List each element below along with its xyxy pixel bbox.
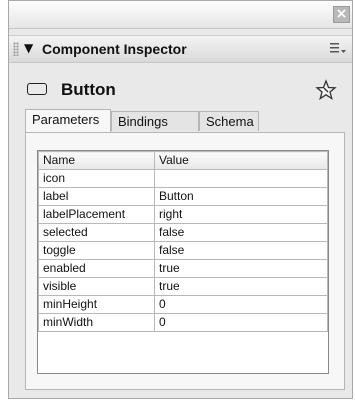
button-component-icon (27, 83, 47, 95)
table-row[interactable]: label Button (38, 187, 328, 206)
param-value-cell[interactable]: 0 (154, 313, 328, 332)
param-value-cell[interactable]: Button (154, 187, 328, 206)
param-name-cell: enabled (38, 259, 155, 278)
table-row[interactable]: visible true (38, 277, 328, 296)
window-topbar: × (9, 1, 352, 29)
panel-header[interactable]: ▼ Component Inspector (9, 35, 352, 63)
component-header: Button (27, 79, 337, 105)
table-row[interactable]: toggle false (38, 241, 328, 260)
param-name-cell: labelPlacement (38, 205, 155, 224)
param-name-cell: selected (38, 223, 155, 242)
table-row[interactable]: enabled true (38, 259, 328, 278)
param-value-cell[interactable]: right (154, 205, 328, 224)
param-value-cell[interactable]: 0 (154, 295, 328, 314)
table-header-row: Name Value (38, 151, 328, 170)
param-value-cell[interactable] (154, 169, 328, 188)
param-name-cell: icon (38, 169, 155, 188)
close-icon[interactable]: × (333, 6, 350, 23)
table-row[interactable]: icon (38, 169, 328, 188)
table-row[interactable]: selected false (38, 223, 328, 242)
pin-icon[interactable] (315, 79, 337, 101)
param-name-cell: label (38, 187, 155, 206)
tab-schema[interactable]: Schema (199, 111, 259, 131)
component-name: Button (61, 80, 116, 99)
parameters-table: Name Value icon label Button labelPlaceme… (38, 151, 328, 332)
param-name-cell: minHeight (38, 295, 155, 314)
collapse-arrow-icon[interactable]: ▼ (24, 41, 33, 55)
param-value-cell[interactable]: false (154, 223, 328, 242)
parameters-grid: Name Value icon label Button labelPlaceme… (37, 150, 329, 374)
param-name-cell: toggle (38, 241, 155, 260)
parameters-panel: Name Value icon label Button labelPlaceme… (25, 132, 345, 390)
column-header-value[interactable]: Value (154, 151, 328, 170)
param-name-cell: minWidth (38, 313, 155, 332)
param-value-cell[interactable]: false (154, 241, 328, 260)
table-row[interactable]: minWidth 0 (38, 313, 328, 332)
column-header-name[interactable]: Name (38, 151, 155, 170)
tab-bindings[interactable]: Bindings (111, 111, 199, 131)
component-inspector-window: × ▼ Component Inspector Button Parameter… (8, 0, 353, 399)
tab-parameters[interactable]: Parameters (25, 109, 111, 132)
panel-options-menu-icon[interactable] (330, 41, 346, 55)
table-row[interactable]: labelPlacement right (38, 205, 328, 224)
panel-title: Component Inspector (42, 41, 187, 57)
param-value-cell[interactable]: true (154, 259, 328, 278)
param-name-cell: visible (38, 277, 155, 296)
drag-grip-icon[interactable] (13, 42, 19, 56)
table-row[interactable]: minHeight 0 (38, 295, 328, 314)
tab-strip: Parameters Bindings Schema (25, 109, 345, 133)
param-value-cell[interactable]: true (154, 277, 328, 296)
